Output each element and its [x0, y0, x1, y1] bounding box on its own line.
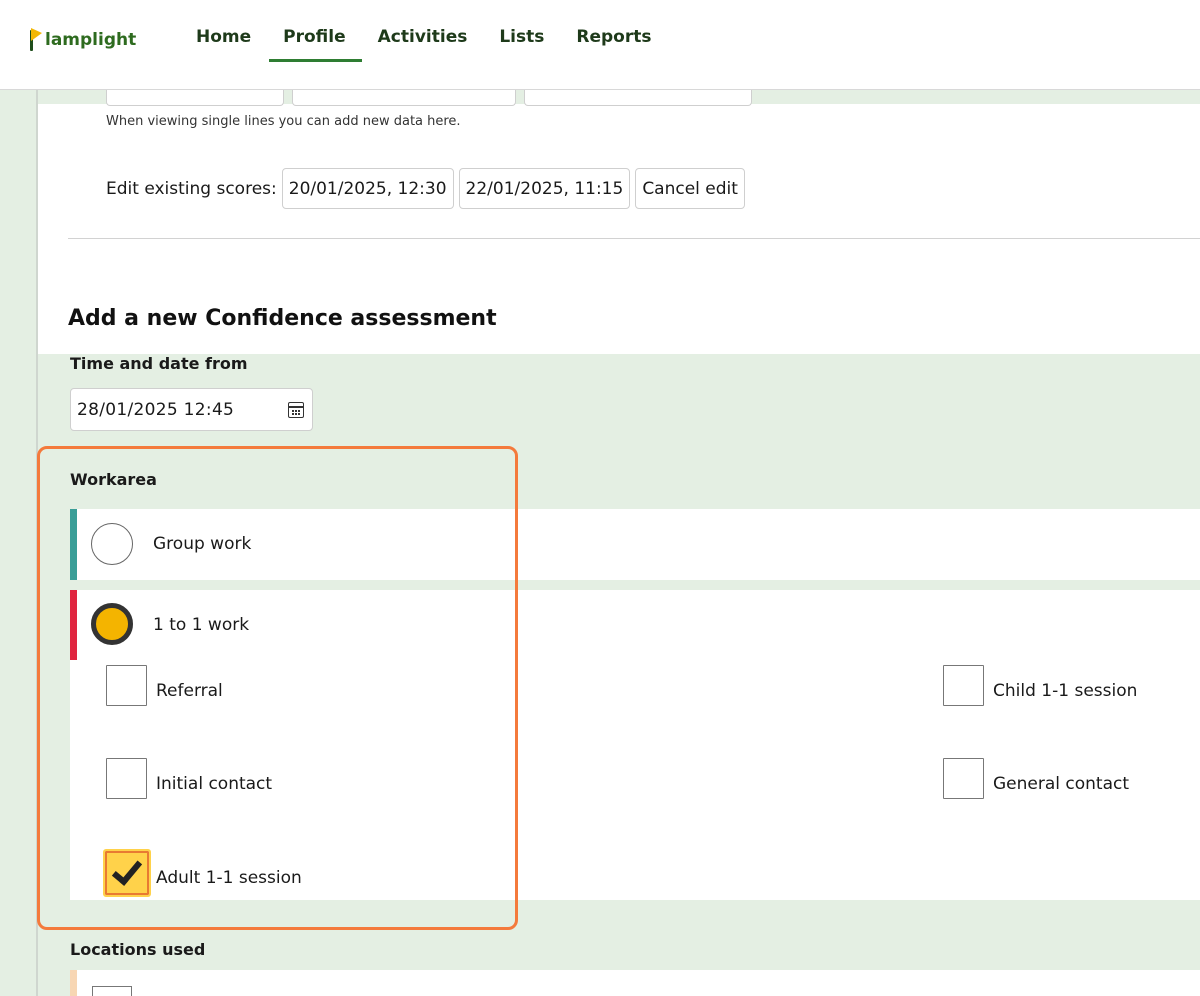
- lamplight-logo[interactable]: lamplight: [28, 22, 136, 52]
- score-field[interactable]: [524, 90, 752, 106]
- workarea-option-1to1[interactable]: 1 to 1 work Referral Child 1-1 session I…: [70, 590, 1200, 900]
- workarea-option-group-work[interactable]: Group work: [70, 509, 1200, 580]
- edit-score-button-1[interactable]: 20/01/2025, 12:30: [281, 168, 454, 209]
- referral-checkbox[interactable]: [106, 665, 147, 706]
- location-checkbox[interactable]: [92, 986, 132, 996]
- time-date-field[interactable]: [70, 388, 313, 431]
- group-work-label: Group work: [153, 534, 252, 554]
- nav-home[interactable]: Home: [180, 0, 267, 62]
- nav-profile[interactable]: Profile: [267, 0, 363, 62]
- time-date-label: Time and date from: [70, 354, 248, 373]
- edit-existing-scores-row: Edit existing scores: 20/01/2025, 12:30 …: [106, 168, 750, 209]
- help-text: When viewing single lines you can add ne…: [106, 114, 461, 129]
- 1to1-work-label: 1 to 1 work: [153, 615, 250, 635]
- 1to1-work-radio[interactable]: [91, 603, 133, 645]
- edit-scores-label: Edit existing scores:: [106, 178, 277, 199]
- score-field[interactable]: [106, 90, 284, 106]
- adult-session-label: Adult 1-1 session: [156, 868, 302, 888]
- time-date-input[interactable]: [77, 399, 277, 420]
- nav-lists[interactable]: Lists: [483, 0, 560, 62]
- score-field[interactable]: [292, 90, 516, 106]
- child-session-checkbox[interactable]: [943, 665, 984, 706]
- calendar-icon[interactable]: [288, 402, 304, 418]
- locations-used-label: Locations used: [70, 940, 206, 959]
- divider: [68, 238, 1200, 239]
- edit-score-button-2[interactable]: 22/01/2025, 11:15: [458, 168, 631, 209]
- option-color-bar: [70, 509, 77, 580]
- initial-contact-checkbox[interactable]: [106, 758, 147, 799]
- cancel-edit-button[interactable]: Cancel edit: [635, 168, 745, 209]
- general-contact-checkbox[interactable]: [943, 758, 984, 799]
- group-work-radio[interactable]: [91, 523, 133, 565]
- main-nav: Home Profile Activities Lists Reports: [180, 0, 667, 62]
- lamp-icon: [28, 28, 42, 52]
- adult-session-checkbox[interactable]: [103, 849, 151, 897]
- section-title: Add a new Confidence assessment: [68, 306, 497, 331]
- workarea-label: Workarea: [70, 470, 157, 489]
- logo-text: lamplight: [45, 30, 137, 50]
- partial-score-fields: [106, 90, 752, 106]
- nav-activities[interactable]: Activities: [362, 0, 484, 62]
- child-session-label: Child 1-1 session: [993, 681, 1138, 701]
- option-color-bar: [70, 970, 77, 996]
- top-navigation-bar: lamplight Home Profile Activities Lists …: [0, 0, 1200, 90]
- referral-label: Referral: [156, 681, 223, 701]
- option-color-bar: [70, 590, 77, 660]
- general-contact-label: General contact: [993, 774, 1130, 794]
- nav-reports[interactable]: Reports: [560, 0, 667, 62]
- initial-contact-label: Initial contact: [156, 774, 273, 794]
- locations-option-row[interactable]: [70, 970, 1200, 996]
